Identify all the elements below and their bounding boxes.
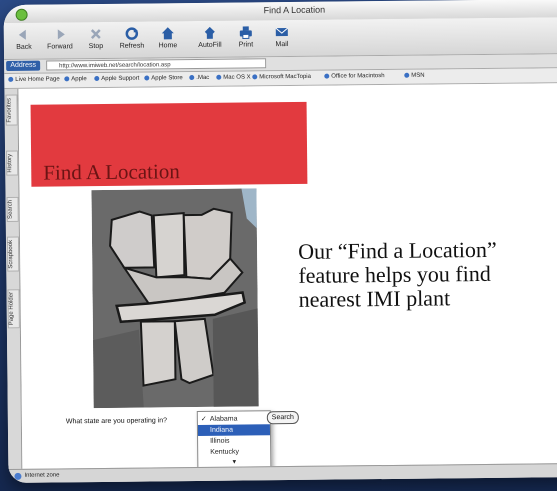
tagline-line: nearest IMI plant bbox=[298, 285, 451, 312]
globe-icon bbox=[252, 74, 258, 80]
page-title: Find A Location bbox=[43, 159, 180, 185]
favorite-link[interactable]: Apple bbox=[64, 76, 87, 82]
checkmark-icon: ✓ bbox=[200, 415, 207, 423]
home-label: Home bbox=[158, 42, 178, 50]
favorite-link[interactable]: Office for Macintosh bbox=[324, 73, 385, 80]
stage: Find A Location Back Forward Stop Refres… bbox=[0, 0, 557, 491]
globe-icon bbox=[94, 75, 100, 82]
home-icon bbox=[161, 27, 174, 40]
favorite-link[interactable]: Live Home Page bbox=[8, 76, 60, 83]
tagline-line: Our “Find a Location” bbox=[297, 236, 497, 264]
globe-icon bbox=[324, 73, 330, 79]
window-title: Find A Location bbox=[263, 4, 326, 16]
stop-icon bbox=[90, 29, 101, 39]
address-field[interactable]: http://www.imiweb.net/search/location.as… bbox=[46, 58, 267, 71]
refresh-label: Refresh bbox=[119, 42, 145, 50]
mail-button[interactable]: Mail bbox=[264, 23, 300, 48]
forward-arrow-icon bbox=[57, 29, 65, 40]
favorite-link[interactable]: Microsoft MacTopia bbox=[252, 74, 311, 81]
globe-icon bbox=[64, 76, 70, 82]
window-control-button[interactable] bbox=[15, 8, 28, 21]
globe-icon bbox=[189, 75, 195, 81]
back-button[interactable]: Back bbox=[6, 26, 42, 51]
state-option[interactable]: Illinois bbox=[198, 435, 270, 447]
globe-icon bbox=[144, 75, 150, 81]
web-page: Find A Location Our “Find a Location” fea… bbox=[18, 83, 557, 474]
sidebar-tab-history[interactable]: History bbox=[6, 150, 19, 176]
sidebar-tab-scrapbook[interactable]: Scrapbook bbox=[6, 236, 20, 272]
print-label: Print bbox=[238, 41, 254, 49]
search-button[interactable]: Search bbox=[266, 410, 299, 425]
tagline-line: feature helps you find bbox=[298, 260, 491, 288]
sidebar-tab-search[interactable]: Search bbox=[6, 196, 19, 222]
globe-icon bbox=[8, 76, 14, 82]
browser-window: Find A Location Back Forward Stop Refres… bbox=[3, 0, 557, 483]
refresh-icon bbox=[125, 27, 139, 40]
autofill-icon bbox=[204, 26, 215, 39]
globe-icon bbox=[216, 74, 222, 80]
states-map[interactable] bbox=[91, 188, 259, 409]
forward-label: Forward bbox=[47, 43, 73, 51]
scroll-down-arrow-icon[interactable]: ▼ bbox=[198, 459, 270, 466]
home-button[interactable]: Home bbox=[150, 24, 186, 49]
print-button[interactable]: Print bbox=[228, 23, 264, 49]
printer-icon bbox=[239, 26, 252, 39]
toolbar: Back Forward Stop Refresh Home AutoFill bbox=[3, 17, 557, 60]
address-label: Address bbox=[6, 60, 41, 71]
internet-zone-icon bbox=[14, 472, 22, 480]
state-select-dropdown[interactable]: ✓ Alabama Indiana Illinois Kentucky ▼ bbox=[196, 410, 272, 474]
forward-button[interactable]: Forward bbox=[42, 25, 78, 51]
mail-label: Mail bbox=[275, 41, 289, 49]
state-option-highlighted[interactable]: Indiana bbox=[197, 424, 271, 436]
refresh-button[interactable]: Refresh bbox=[114, 24, 150, 50]
favorite-link[interactable]: Apple Store bbox=[144, 75, 183, 82]
sidebar-tab-page-holder[interactable]: Page Holder bbox=[7, 288, 20, 329]
autofill-button[interactable]: AutoFill bbox=[192, 24, 228, 49]
sidebar-tab-favorites[interactable]: Favorites bbox=[5, 94, 18, 126]
back-label: Back bbox=[16, 43, 32, 51]
favorite-link[interactable]: Apple Support bbox=[94, 76, 139, 83]
feature-tagline: Our “Find a Location” feature helps you f… bbox=[298, 237, 557, 312]
favorite-link[interactable]: MSN bbox=[404, 72, 425, 79]
state-question-label: What state are you operating in? bbox=[65, 417, 168, 426]
mail-icon bbox=[275, 27, 289, 37]
autofill-label: AutoFill bbox=[198, 41, 222, 49]
stop-button[interactable]: Stop bbox=[78, 25, 114, 50]
favorite-link[interactable]: .Mac bbox=[189, 75, 209, 81]
state-option[interactable]: ✓ Alabama bbox=[198, 413, 270, 425]
status-text: Internet zone bbox=[24, 472, 60, 479]
back-arrow-icon bbox=[18, 29, 26, 40]
stop-label: Stop bbox=[88, 42, 104, 51]
favorite-link[interactable]: Mac OS X bbox=[216, 74, 251, 81]
globe-icon bbox=[404, 72, 410, 78]
state-option[interactable]: Kentucky bbox=[198, 446, 270, 458]
page-banner: Find A Location bbox=[30, 101, 308, 187]
